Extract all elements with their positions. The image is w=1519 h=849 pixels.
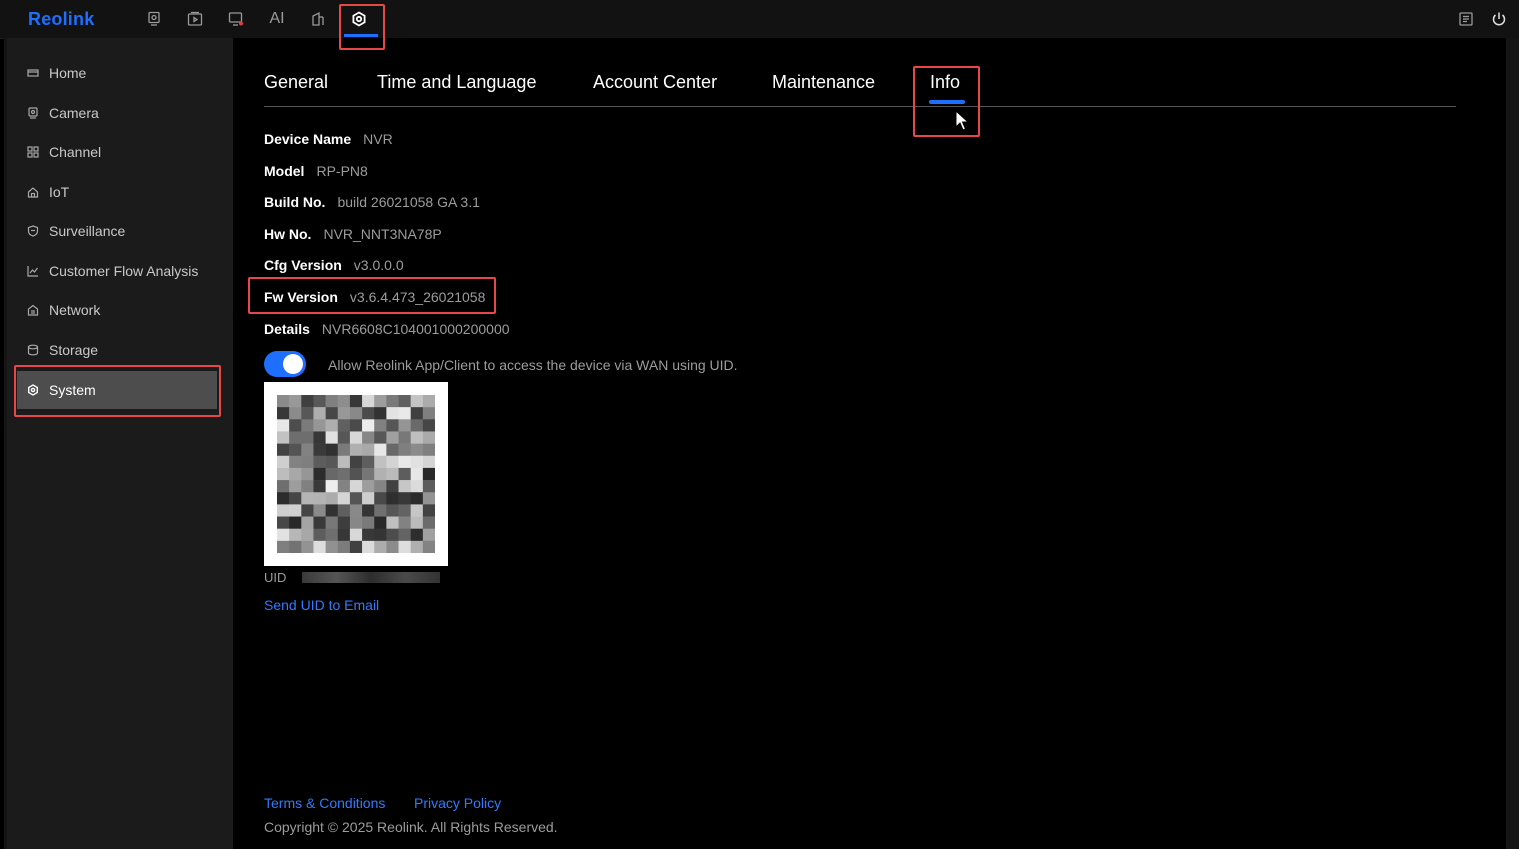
device-name-row: Device Name NVR	[264, 131, 393, 147]
ai-icon[interactable]: AI	[268, 10, 286, 28]
hw-no-value: NVR_NNT3NA78P	[323, 226, 442, 242]
fw-version-row: Fw Version v3.6.4.473_26021058	[264, 289, 485, 305]
sidebar-item-surveillance[interactable]: Surveillance	[17, 212, 217, 250]
sidebar-item-label: Storage	[49, 342, 99, 358]
preview-icon[interactable]	[145, 10, 163, 28]
fw-version-label: Fw Version	[264, 289, 338, 305]
top-bar: Reolink AI	[0, 0, 1519, 39]
sidebar-item-label: Home	[49, 65, 87, 81]
uid-value-redacted	[302, 572, 440, 583]
sidebar-item-system[interactable]: System	[17, 371, 217, 409]
device-name-label: Device Name	[264, 131, 352, 147]
uid-qr-code	[264, 382, 448, 566]
sidebar-item-home[interactable]: Home	[17, 54, 217, 92]
sidebar-item-label: System	[49, 382, 96, 398]
sidebar-item-iot[interactable]: IoT	[17, 173, 217, 211]
system-icon	[27, 383, 41, 397]
build-no-label: Build No.	[264, 194, 326, 210]
copyright-text: Copyright © 2025 Reolink. All Rights Res…	[264, 819, 558, 835]
uid-access-label: Allow Reolink App/Client to access the d…	[328, 357, 738, 373]
sidebar-item-label: Network	[49, 302, 101, 318]
settings-icon[interactable]	[350, 10, 368, 28]
fw-version-value: v3.6.4.473_26021058	[349, 289, 486, 305]
send-uid-email-link[interactable]: Send UID to Email	[264, 597, 379, 613]
model-label: Model	[264, 163, 305, 179]
cfg-version-label: Cfg Version	[264, 257, 342, 273]
sidebar-item-label: Customer Flow Analysis	[49, 263, 199, 279]
toggle-knob	[283, 354, 303, 374]
build-no-row: Build No. build 26021058 GA 3.1	[264, 194, 480, 210]
right-frame	[1506, 38, 1519, 849]
ai-label: AI	[269, 10, 285, 27]
tab-general[interactable]: General	[264, 72, 328, 93]
privacy-link[interactable]: Privacy Policy	[414, 795, 501, 811]
sidebar-item-storage[interactable]: Storage	[17, 331, 217, 369]
cfg-version-row: Cfg Version v3.0.0.0	[264, 257, 404, 273]
uid-label: UID	[264, 570, 287, 585]
model-value: RP-PN8	[316, 163, 368, 179]
camera-icon	[27, 106, 41, 120]
model-row: Model RP-PN8	[264, 163, 368, 179]
tab-maintenance[interactable]: Maintenance	[772, 72, 875, 93]
hw-no-row: Hw No. NVR_NNT3NA78P	[264, 226, 442, 242]
tab-account-center[interactable]: Account Center	[593, 72, 717, 93]
storage-icon	[27, 343, 41, 357]
surveillance-icon	[27, 224, 41, 238]
tab-info[interactable]: Info	[930, 72, 960, 93]
home-icon	[27, 66, 41, 80]
build-no-value: build 26021058 GA 3.1	[337, 194, 480, 210]
chart-icon	[27, 264, 41, 278]
hw-no-label: Hw No.	[264, 226, 312, 242]
device-icon[interactable]	[309, 10, 327, 28]
active-tab-indicator	[929, 100, 965, 104]
playback-icon[interactable]	[186, 10, 204, 28]
sidebar-item-label: Camera	[49, 105, 99, 121]
notes-icon[interactable]	[1457, 10, 1475, 28]
uid-access-toggle[interactable]	[264, 351, 306, 377]
details-row: Details NVR6608C104001000200000	[264, 321, 510, 337]
power-icon[interactable]	[1490, 10, 1508, 28]
tab-time-and-language[interactable]: Time and Language	[377, 72, 536, 93]
reolink-logo[interactable]: Reolink	[28, 9, 94, 30]
active-nav-indicator	[344, 34, 378, 37]
sidebar-item-camera[interactable]: Camera	[17, 94, 217, 132]
network-icon	[27, 303, 41, 317]
sidebar-item-label: Surveillance	[49, 223, 126, 239]
channel-icon	[27, 145, 41, 159]
sidebar-item-channel[interactable]: Channel	[17, 133, 217, 171]
settings-tabs: General Time and Language Account Center…	[264, 66, 1456, 107]
sidebar: Home Camera Channel IoT Surveillance Cus…	[7, 38, 233, 849]
sidebar-item-label: IoT	[49, 184, 70, 200]
sidebar-item-label: Channel	[49, 144, 102, 160]
sidebar-item-network[interactable]: Network	[17, 291, 217, 329]
qr-pattern	[277, 395, 435, 553]
alarm-icon[interactable]	[227, 10, 245, 28]
device-name-value: NVR	[363, 131, 393, 147]
sidebar-item-customer-flow-analysis[interactable]: Customer Flow Analysis	[17, 252, 217, 290]
details-value: NVR6608C104001000200000	[321, 321, 510, 337]
details-label: Details	[264, 321, 310, 337]
iot-icon	[27, 185, 41, 199]
terms-link[interactable]: Terms & Conditions	[264, 795, 385, 811]
mouse-cursor-icon	[955, 110, 970, 131]
cfg-version-value: v3.0.0.0	[353, 257, 404, 273]
